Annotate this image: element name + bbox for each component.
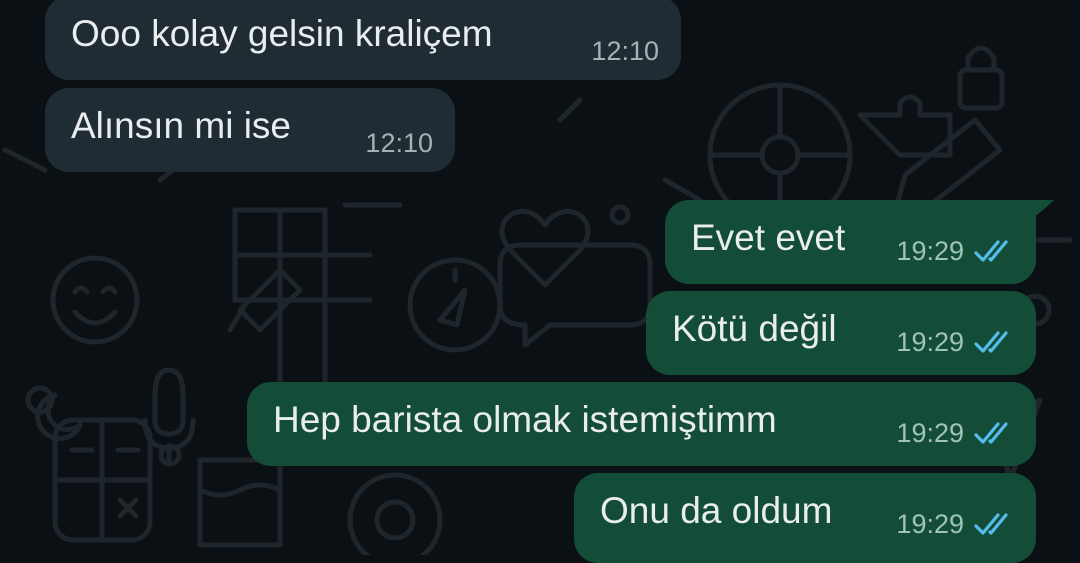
outgoing-message[interactable]: Hep barista olmak istemiştimm 19:29	[247, 382, 1036, 466]
message-meta: 12:10	[365, 128, 433, 158]
message-time: 19:29	[896, 418, 964, 448]
outgoing-message[interactable]: Onu da oldum 19:29	[574, 473, 1036, 563]
message-time: 19:29	[896, 236, 964, 266]
double-check-read-icon	[974, 513, 1008, 535]
message-text: Evet evet	[691, 217, 846, 258]
incoming-message[interactable]: Alınsın mi ise 12:10	[45, 88, 455, 172]
message-text: Ooo kolay gelsin kraliçem	[71, 13, 493, 54]
message-meta: 12:10	[591, 36, 659, 66]
message-text: Hep barista olmak istemiştimm	[273, 399, 777, 440]
message-text: Kötü değil	[672, 308, 837, 349]
message-time: 19:29	[896, 509, 964, 539]
message-text: Onu da oldum	[600, 490, 833, 531]
double-check-read-icon	[974, 331, 1008, 353]
outgoing-message[interactable]: Kötü değil 19:29	[646, 291, 1036, 375]
message-meta: 19:29	[896, 236, 1014, 266]
message-time: 12:10	[591, 36, 659, 66]
double-check-read-icon	[974, 240, 1008, 262]
message-time: 19:29	[896, 327, 964, 357]
incoming-message[interactable]: Ooo kolay gelsin kraliçem 12:10	[45, 0, 681, 80]
message-time: 12:10	[365, 128, 433, 158]
message-text: Alınsın mi ise	[71, 105, 292, 146]
outgoing-message[interactable]: Evet evet 19:29	[665, 200, 1036, 284]
message-meta: 19:29	[896, 509, 1014, 539]
message-meta: 19:29	[896, 327, 1014, 357]
message-meta: 19:29	[896, 418, 1014, 448]
message-list[interactable]: Ooo kolay gelsin kraliçem 12:10 Alınsın …	[0, 0, 1080, 563]
double-check-read-icon	[974, 422, 1008, 444]
